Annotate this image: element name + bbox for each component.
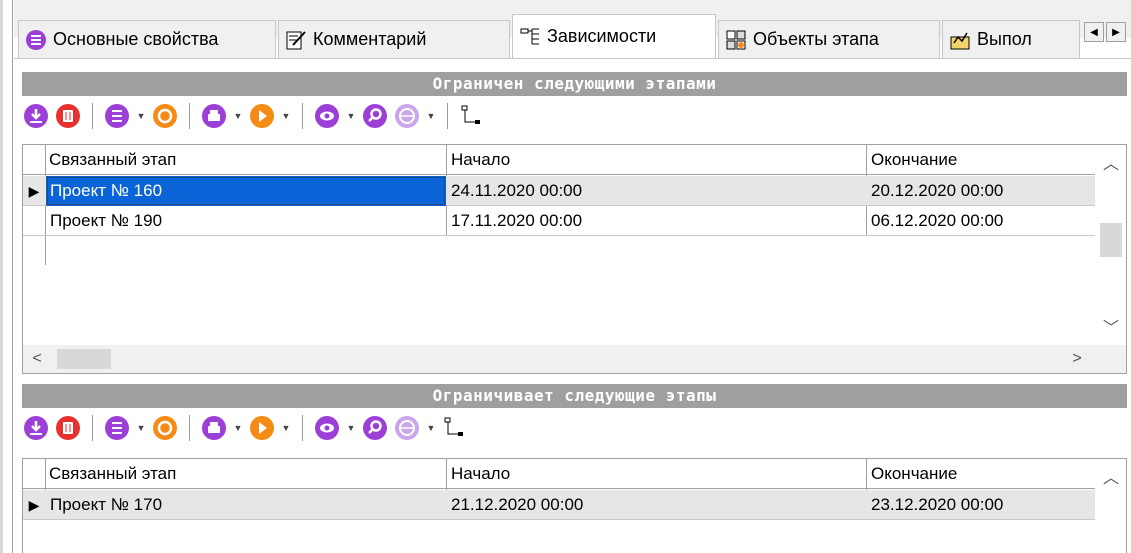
window-edge-line [12, 0, 13, 553]
tab-dependencies[interactable]: Зависимости [512, 14, 716, 58]
cell-end[interactable]: 20.12.2020 00:00 [867, 176, 1093, 206]
scroll-up-icon[interactable]: ︿ [1096, 461, 1126, 491]
vertical-scrollbar[interactable]: ︿ ﹀ [1096, 145, 1126, 345]
tab-label: Основные свойства [53, 29, 219, 49]
column-header-end[interactable]: Окончание [867, 145, 1093, 175]
cell-end[interactable]: 23.12.2020 00:00 [867, 490, 1093, 520]
cell-start[interactable]: 24.11.2020 00:00 [447, 176, 865, 206]
current-row-indicator: ▶ [28, 182, 40, 199]
table-row[interactable]: ▶ Проект № 160 24.11.2020 00:00 20.12.20… [23, 176, 1095, 206]
list-icon[interactable] [103, 414, 131, 442]
tab-execution[interactable]: Выпол [942, 20, 1080, 58]
bottom-stages-grid: Связанный этап Начало Окончание ▶ Проект… [22, 458, 1127, 553]
grid-header: Связанный этап Начало Окончание [23, 145, 1095, 175]
chevron-down-icon[interactable]: ▼ [345, 102, 357, 130]
scroll-down-icon[interactable]: ﹀ [1096, 311, 1126, 341]
toolbar-separator [189, 415, 190, 441]
chevron-down-icon[interactable]: ▼ [425, 414, 437, 442]
tab-main-properties[interactable]: Основные свойства [18, 20, 276, 58]
toolbar-separator [447, 103, 448, 129]
window-edge [0, 0, 3, 553]
properties-icon [25, 29, 47, 51]
current-row-indicator: ▶ [28, 496, 40, 513]
print-icon[interactable] [200, 414, 228, 442]
column-header-stage[interactable]: Связанный этап [45, 459, 445, 489]
view-icon[interactable] [313, 102, 341, 130]
scroll-thumb[interactable] [57, 349, 111, 369]
link-stages-icon[interactable] [458, 102, 486, 130]
tab-bar: Основные свойства Комментарий Зависимост… [14, 0, 1131, 58]
toolbar-separator [302, 415, 303, 441]
toolbar-separator [189, 103, 190, 129]
toolbar-separator [92, 415, 93, 441]
tab-scroll-right-button[interactable]: ▶ [1106, 22, 1126, 42]
cell-stage[interactable]: Проект № 160 [46, 176, 446, 206]
import-icon[interactable] [22, 102, 50, 130]
cell-stage[interactable]: Проект № 190 [46, 206, 446, 236]
scroll-right-icon[interactable]: > [1063, 345, 1091, 373]
toolbar-separator [92, 103, 93, 129]
delete-icon[interactable] [54, 414, 82, 442]
search-icon[interactable] [361, 414, 389, 442]
tab-scroll-left-button[interactable]: ◀ [1084, 22, 1104, 42]
chevron-down-icon[interactable]: ▼ [135, 414, 147, 442]
column-header-stage[interactable]: Связанный этап [45, 145, 445, 175]
section-title: Ограничивает следующие этапы [22, 384, 1127, 408]
view-icon[interactable] [313, 414, 341, 442]
tab-label: Комментарий [313, 29, 427, 49]
cell-start[interactable]: 17.11.2020 00:00 [447, 206, 865, 236]
refresh-icon[interactable] [151, 414, 179, 442]
link-stages-icon[interactable] [441, 414, 469, 442]
refresh-icon[interactable] [151, 102, 179, 130]
list-icon[interactable] [103, 102, 131, 130]
tab-comment[interactable]: Комментарий [278, 20, 510, 58]
chevron-down-icon[interactable]: ▼ [425, 102, 437, 130]
horizontal-scrollbar[interactable]: < > [23, 345, 1126, 373]
cell-end[interactable]: 06.12.2020 00:00 [867, 206, 1093, 236]
column-header-start[interactable]: Начало [447, 459, 865, 489]
toolbar-separator [302, 103, 303, 129]
scroll-up-icon[interactable]: ︿ [1096, 147, 1126, 177]
run-icon[interactable] [248, 414, 276, 442]
top-stages-grid: Связанный этап Начало Окончание ▶ Проект… [22, 144, 1127, 374]
web-icon[interactable] [393, 102, 421, 130]
column-header-start[interactable]: Начало [447, 145, 865, 175]
delete-icon[interactable] [54, 102, 82, 130]
cell-start[interactable]: 21.12.2020 00:00 [447, 490, 865, 520]
vertical-scrollbar[interactable]: ︿ [1096, 459, 1126, 553]
top-toolbar: ▼ ▼ ▼ ▼ ▼ [22, 98, 486, 134]
tab-label: Зависимости [547, 26, 657, 46]
column-header-end[interactable]: Окончание [867, 459, 1093, 489]
tab-stage-objects[interactable]: Объекты этапа [718, 20, 940, 58]
chevron-down-icon[interactable]: ▼ [345, 414, 357, 442]
chevron-down-icon[interactable]: ▼ [135, 102, 147, 130]
table-row[interactable]: Проект № 190 17.11.2020 00:00 06.12.2020… [23, 206, 1095, 236]
tab-label: Объекты этапа [753, 29, 879, 49]
scroll-thumb[interactable] [1100, 223, 1122, 257]
print-icon[interactable] [200, 102, 228, 130]
bottom-toolbar: ▼ ▼ ▼ ▼ ▼ [22, 410, 469, 446]
scroll-left-icon[interactable]: < [23, 345, 51, 373]
tab-label: Выпол [977, 29, 1032, 49]
search-icon[interactable] [361, 102, 389, 130]
comment-icon [285, 29, 307, 51]
table-row[interactable]: ▶ Проект № 170 21.12.2020 00:00 23.12.20… [23, 490, 1095, 520]
chevron-down-icon[interactable]: ▼ [280, 102, 292, 130]
chevron-down-icon[interactable]: ▼ [280, 414, 292, 442]
import-icon[interactable] [22, 414, 50, 442]
stage-objects-icon [725, 29, 747, 51]
run-icon[interactable] [248, 102, 276, 130]
web-icon[interactable] [393, 414, 421, 442]
section-title: Ограничен следующими этапами [22, 72, 1127, 96]
grid-header: Связанный этап Начало Окончание [23, 459, 1095, 489]
execution-icon [949, 29, 971, 51]
dependencies-icon [519, 26, 541, 48]
cell-stage[interactable]: Проект № 170 [46, 490, 446, 520]
chevron-down-icon[interactable]: ▼ [232, 414, 244, 442]
chevron-down-icon[interactable]: ▼ [232, 102, 244, 130]
